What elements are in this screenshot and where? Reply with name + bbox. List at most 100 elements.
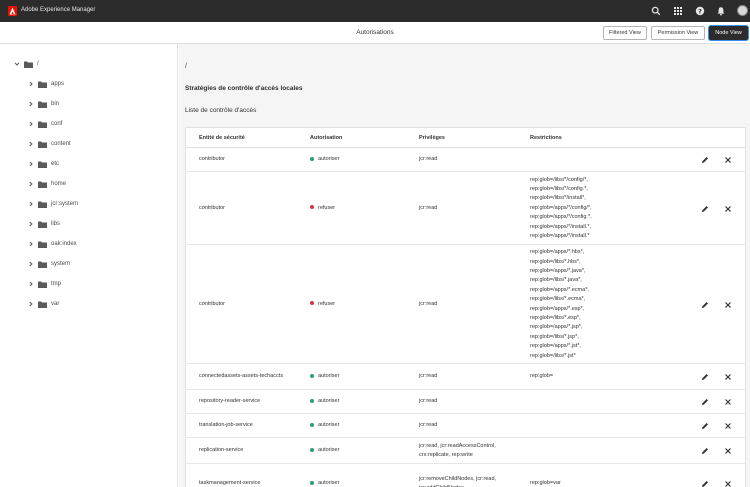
tree-item-label: libs <box>51 221 61 227</box>
chevron-right-icon[interactable] <box>28 121 34 127</box>
principal-cell: taskmanagement-service <box>199 480 261 487</box>
close-icon[interactable] <box>724 480 732 487</box>
permission-label: refuser <box>318 300 336 307</box>
main-panel: / Stratégies de contrôle d'accès locales… <box>179 44 750 487</box>
close-icon[interactable] <box>724 301 732 309</box>
tree-item-label: apps <box>51 81 65 87</box>
table-header: Entité de sécurité Autorisation Privilèg… <box>186 128 745 148</box>
chevron-right-icon[interactable] <box>28 101 34 107</box>
restriction-line: rep:glob=/libs/*.hbs*, <box>530 258 581 265</box>
tree-item-oak-index[interactable]: oak:index <box>28 238 77 250</box>
chevron-right-icon[interactable] <box>28 281 34 287</box>
filtered-view-button[interactable]: Filtered View <box>603 26 647 40</box>
tree-item-home[interactable]: home <box>28 178 66 190</box>
chevron-right-icon[interactable] <box>28 201 34 207</box>
chevron-right-icon[interactable] <box>28 181 34 187</box>
tree-item-label: content <box>51 141 71 147</box>
permission-label: autoriser <box>318 156 340 163</box>
tree-root[interactable]: / <box>14 58 39 70</box>
search-icon[interactable] <box>651 6 661 16</box>
close-icon[interactable] <box>724 447 732 455</box>
restrictions-cell: rep:glob=/libs/*/config/*, rep:glob=/libs… <box>530 176 592 242</box>
privileges-cell: jcr:read <box>419 397 437 406</box>
permission-label: autoriser <box>318 480 340 487</box>
permission-status-dot <box>310 156 314 161</box>
restriction-line: rep:glob=/apps/*/install.* <box>530 233 590 240</box>
permission-status-dot <box>310 398 314 403</box>
close-icon[interactable] <box>724 156 732 164</box>
privileges-cell: jcr:read <box>419 300 437 309</box>
pencil-icon[interactable] <box>701 301 709 309</box>
folder-icon <box>38 141 47 148</box>
tree-item-label: var <box>51 301 60 307</box>
permission-status-dot <box>310 373 314 378</box>
user-avatar[interactable] <box>737 5 748 16</box>
tree-item-etc[interactable]: etc <box>28 158 59 170</box>
chevron-right-icon[interactable] <box>28 81 34 87</box>
node-view-button[interactable]: Node View <box>709 26 748 40</box>
folder-icon <box>38 161 47 168</box>
close-icon[interactable] <box>724 422 732 430</box>
permission-view-button[interactable]: Permission View <box>651 26 705 40</box>
privilege-line: jcr:removeChildNodes, jcr:read, <box>419 475 497 482</box>
tree-item-label: bin <box>51 101 60 107</box>
pencil-icon[interactable] <box>701 156 709 164</box>
app-title[interactable]: Adobe Experience Manager <box>21 7 95 13</box>
chevron-right-icon[interactable] <box>28 221 34 227</box>
principal-cell: contributor <box>199 156 225 163</box>
tree-item-label: home <box>51 181 67 187</box>
privilege-line: jcr:read <box>419 422 438 429</box>
pencil-icon[interactable] <box>701 373 709 381</box>
table-row: taskmanagement-service autoriser jcr:remov… <box>186 464 745 487</box>
close-icon[interactable] <box>724 398 732 406</box>
chevron-right-icon[interactable] <box>28 141 34 147</box>
tree-item-jcr-system[interactable]: jcr:system <box>28 198 78 210</box>
table-row: contributor autoriser jcr:read <box>186 148 745 172</box>
close-icon[interactable] <box>724 373 732 381</box>
tree-item-tmp[interactable]: tmp <box>28 278 61 290</box>
adobe-logo-icon[interactable] <box>8 6 17 16</box>
pencil-icon[interactable] <box>701 205 709 213</box>
restriction-line: rep:glob=/libs/*.java*, <box>530 277 582 284</box>
principal-cell: replication-service <box>199 447 244 454</box>
chevron-down-icon[interactable] <box>14 61 20 67</box>
pencil-icon[interactable] <box>701 422 709 430</box>
pencil-icon[interactable] <box>701 398 709 406</box>
bell-icon[interactable] <box>716 6 726 16</box>
chevron-right-icon[interactable] <box>28 161 34 167</box>
permission-cell: autoriser <box>310 155 339 164</box>
pencil-icon[interactable] <box>701 480 709 487</box>
pencil-icon[interactable] <box>701 447 709 455</box>
tree-item-conf[interactable]: conf <box>28 118 62 130</box>
tree-item-bin[interactable]: bin <box>28 98 59 110</box>
restriction-line: rep:glob=/apps/*.hbs*, <box>530 249 585 256</box>
chevron-right-icon[interactable] <box>28 301 34 307</box>
table-body: contributor autoriser jcr:read contributor r… <box>186 148 745 487</box>
privileges-cell: jcr:read, jcr:readAccessControl, crx:repl… <box>419 442 496 461</box>
privilege-line: jcr:read <box>419 156 438 163</box>
apps-grid-icon[interactable] <box>673 6 683 16</box>
restrictions-cell: rep:glob= <box>530 372 553 381</box>
restriction-line: rep:glob=/libs/*.jst* <box>530 352 576 359</box>
privilege-line: jcr:read, jcr:readAccessControl, <box>419 442 496 449</box>
chevron-right-icon[interactable] <box>28 241 34 247</box>
table-row: connectedassets-assets-techaccts autorise… <box>186 364 745 390</box>
tree-item-libs[interactable]: libs <box>28 218 60 230</box>
permission-cell: autoriser <box>310 421 339 430</box>
help-icon[interactable]: ? <box>695 6 705 16</box>
close-icon[interactable] <box>724 205 732 213</box>
acl-title: Liste de contrôle d'accès <box>185 107 257 114</box>
column-header: Privilèges <box>419 135 445 141</box>
section-title: Stratégies de contrôle d'accès locales <box>185 85 303 92</box>
privilege-line: jcr:read <box>419 300 438 307</box>
tree-item-system[interactable]: system <box>28 258 70 270</box>
permission-cell: refuser <box>310 204 335 213</box>
folder-icon <box>38 241 47 248</box>
tree-item-var[interactable]: var <box>28 298 59 310</box>
column-header: Restrictions <box>530 135 562 141</box>
chevron-right-icon[interactable] <box>28 261 34 267</box>
restriction-line: rep:glob=/libs/*/config/*, <box>530 176 588 183</box>
tree-item-apps[interactable]: apps <box>28 78 64 90</box>
restrictions-cell: rep:glob=/apps/*.hbs*, rep:glob=/libs/*.h… <box>530 248 589 361</box>
tree-item-content[interactable]: content <box>28 138 71 150</box>
